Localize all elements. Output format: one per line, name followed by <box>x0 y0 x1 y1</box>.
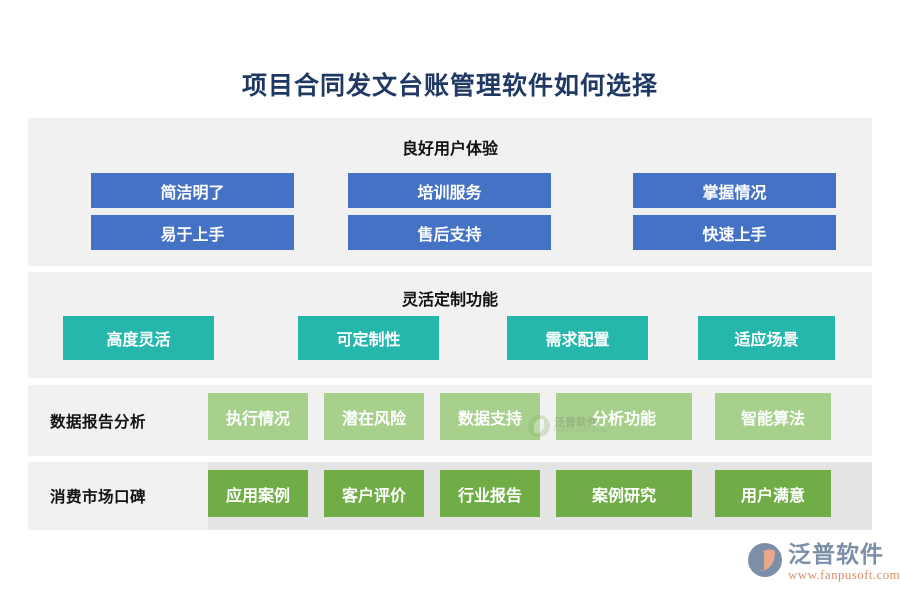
chip-ux-5[interactable]: 快速上手 <box>633 215 836 250</box>
chip-ux-2[interactable]: 掌握情况 <box>633 173 836 208</box>
chip-market-1[interactable]: 客户评价 <box>324 470 424 517</box>
chip-custom-3[interactable]: 适应场景 <box>698 316 835 360</box>
fanpu-logo-icon <box>748 543 782 577</box>
brand-name-cn: 泛普软件 <box>788 541 884 567</box>
chip-ux-4[interactable]: 售后支持 <box>348 215 551 250</box>
chip-ux-0[interactable]: 简洁明了 <box>91 173 294 208</box>
chip-custom-1[interactable]: 可定制性 <box>298 316 439 360</box>
chip-data-0[interactable]: 执行情况 <box>208 393 308 440</box>
chip-ux-3[interactable]: 易于上手 <box>91 215 294 250</box>
section-heading-market-reputation: 消费市场口碑 <box>50 489 147 506</box>
section-heading-user-experience: 良好用户体验 <box>401 141 498 158</box>
chip-ux-1[interactable]: 培训服务 <box>348 173 551 208</box>
section-panel-customization: 灵活定制功能 高度灵活 可定制性 需求配置 适应场景 <box>28 272 872 378</box>
chip-market-4[interactable]: 用户满意 <box>715 470 831 517</box>
chip-market-0[interactable]: 应用案例 <box>208 470 308 517</box>
page-title: 项目合同发文台账管理软件如何选择 <box>241 72 658 100</box>
chip-market-2[interactable]: 行业报告 <box>440 470 540 517</box>
chip-data-2[interactable]: 数据支持 <box>440 393 540 440</box>
chip-market-3[interactable]: 案例研究 <box>556 470 692 517</box>
section-heading-customization: 灵活定制功能 <box>401 292 498 309</box>
brand-website-url: www.fanpusoft.com <box>788 566 900 582</box>
chip-custom-0[interactable]: 高度灵活 <box>63 316 214 360</box>
brand-text: 泛普软件 www.fanpusoft.com <box>788 541 900 582</box>
section-panel-data-analysis: 数据报告分析 执行情况 潜在风险 数据支持 分析功能 智能算法 <box>28 385 872 456</box>
chip-data-1[interactable]: 潜在风险 <box>324 393 424 440</box>
chip-data-3[interactable]: 分析功能 <box>556 393 692 440</box>
chip-data-4[interactable]: 智能算法 <box>715 393 831 440</box>
chip-custom-2[interactable]: 需求配置 <box>507 316 648 360</box>
section-heading-data-analysis: 数据报告分析 <box>50 413 147 431</box>
section-panel-user-experience: 良好用户体验 简洁明了 培训服务 掌握情况 易于上手 售后支持 快速上手 <box>28 118 872 266</box>
section-panel-market-reputation: 消费市场口碑 应用案例 客户评价 行业报告 案例研究 用户满意 <box>28 462 872 530</box>
brand-logo: 泛普软件 www.fanpusoft.com <box>748 541 900 582</box>
infographic-canvas: 项目合同发文台账管理软件如何选择 良好用户体验 简洁明了 培训服务 掌握情况 易… <box>0 0 900 600</box>
